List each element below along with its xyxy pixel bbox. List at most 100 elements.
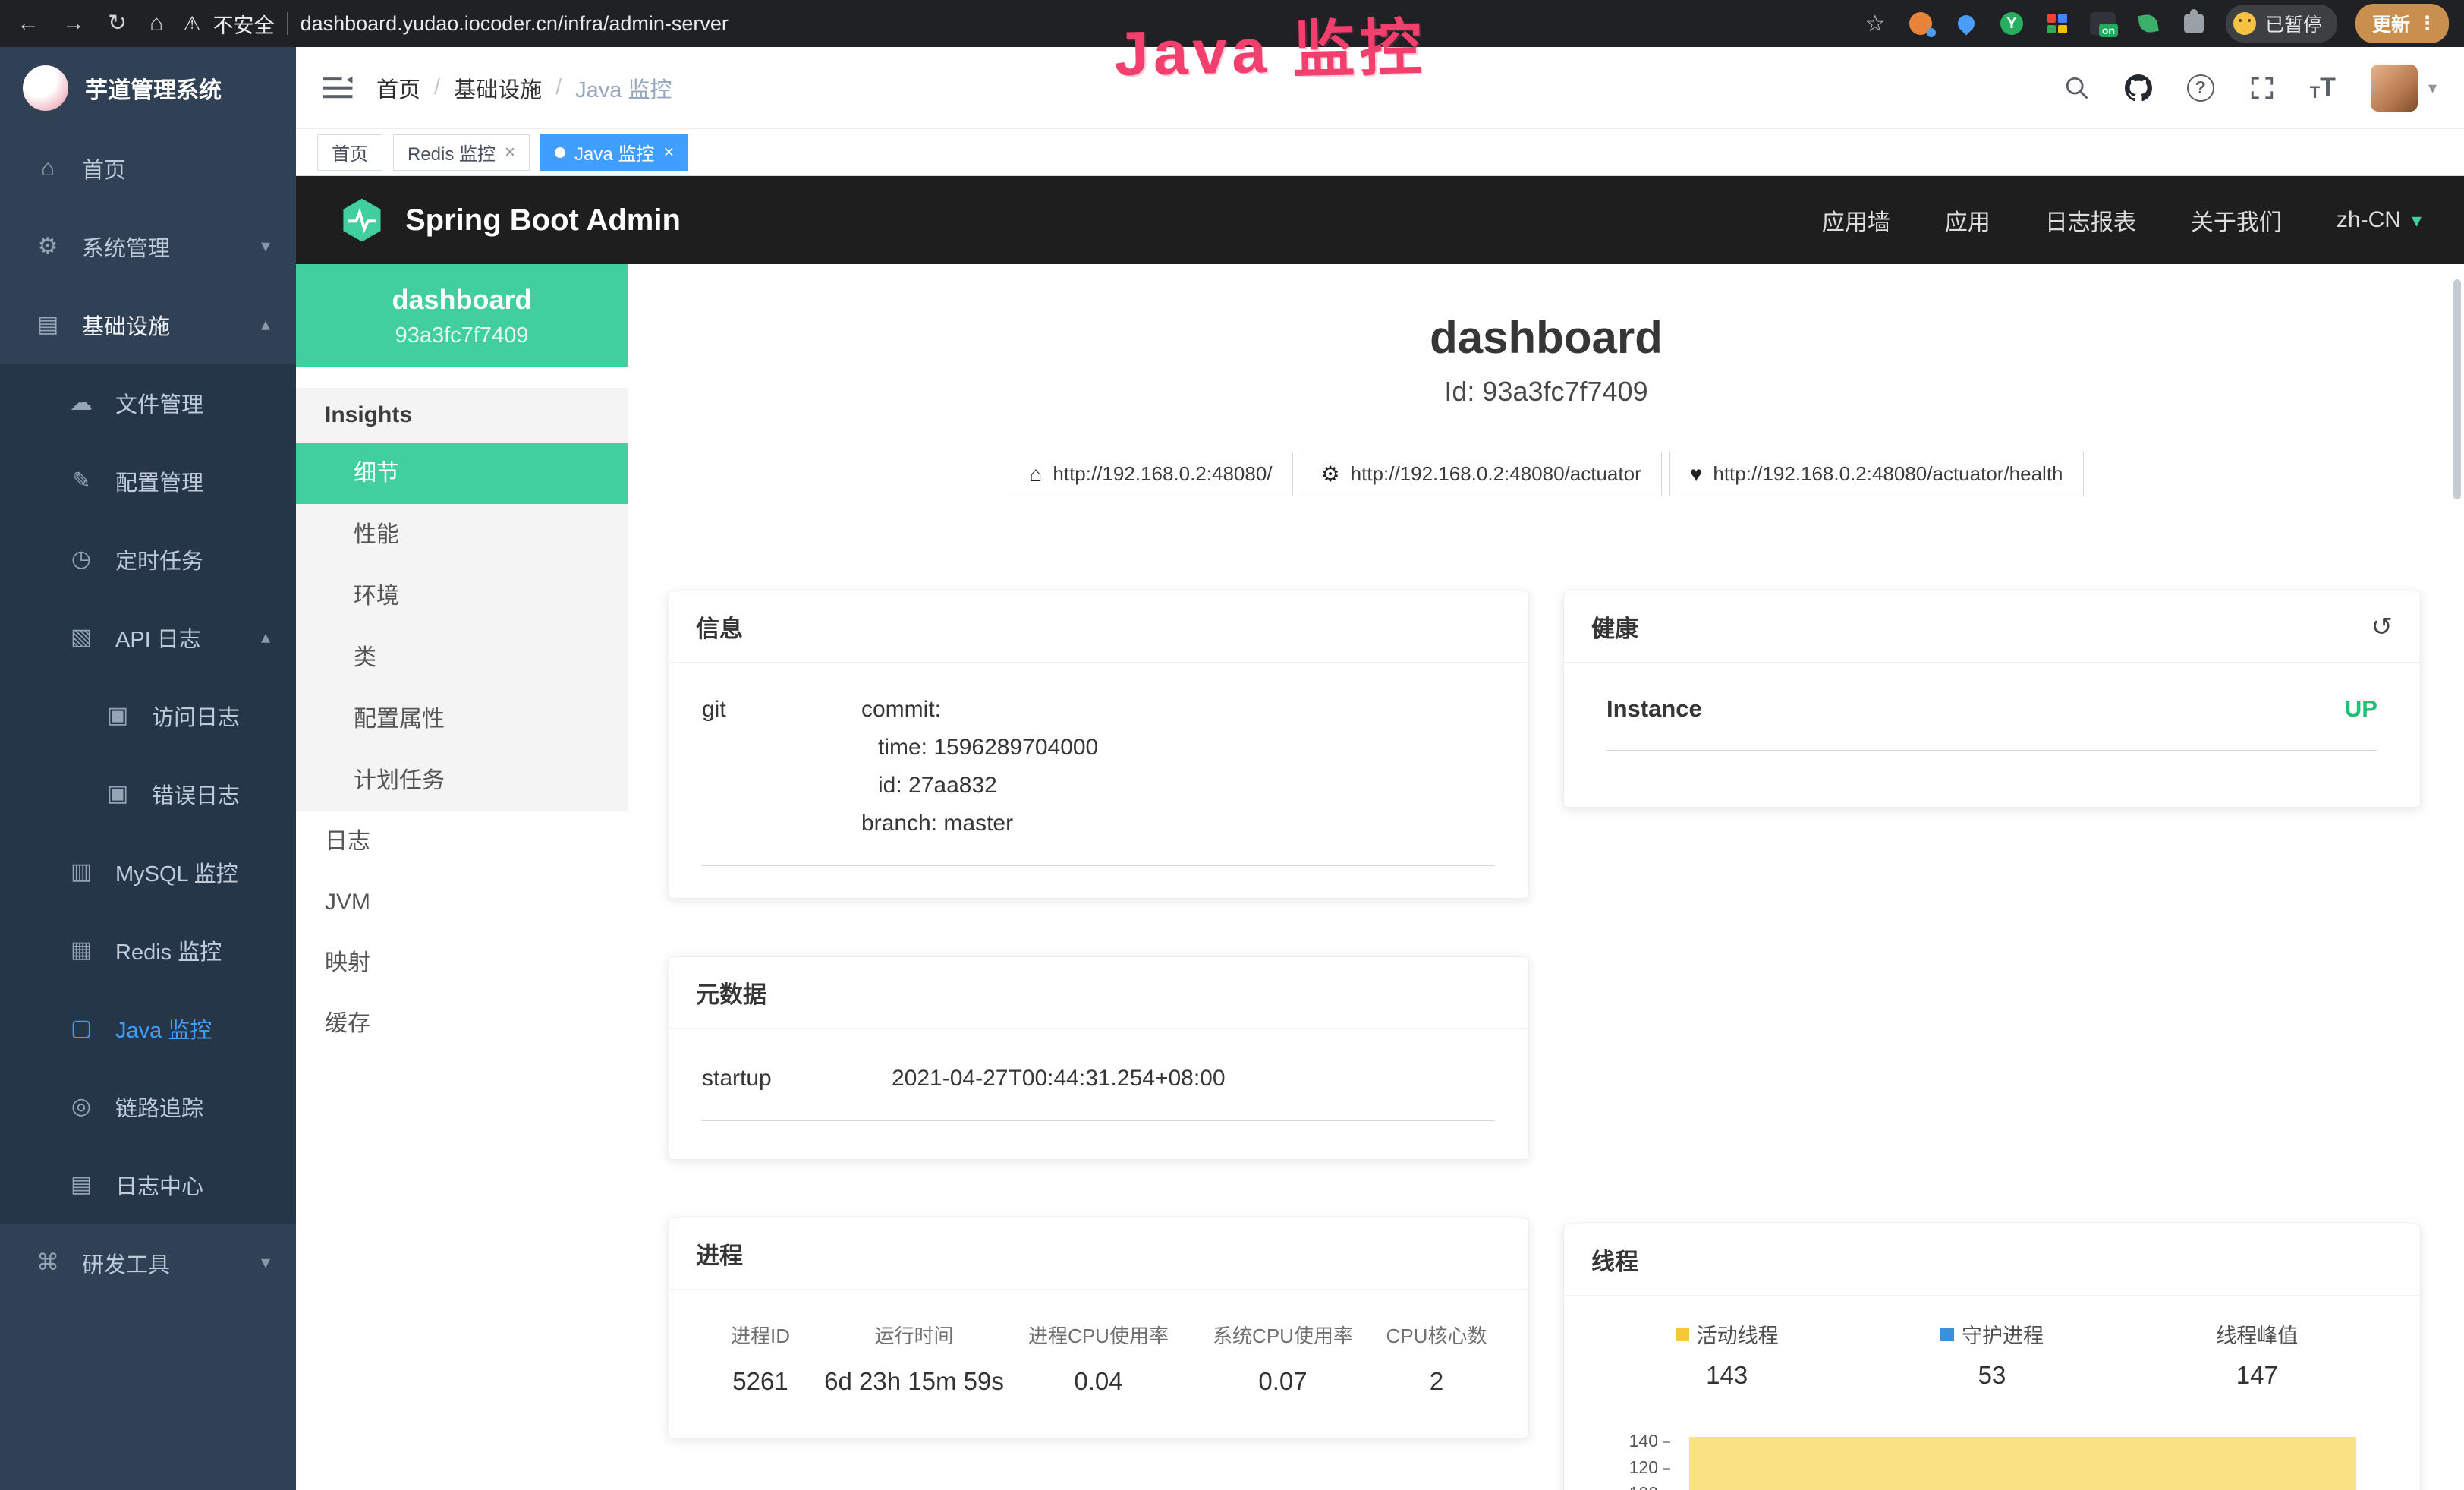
leaf-extension-icon[interactable] (2135, 10, 2162, 37)
sba-nav-journal[interactable]: 日志报表 (2045, 203, 2136, 237)
vertical-scrollbar[interactable] (2453, 279, 2461, 499)
security-label[interactable]: 不安全 (213, 9, 275, 39)
sba-instance-header[interactable]: dashboard 93a3fc7f7409 (296, 264, 628, 367)
sidebar-item-access-logs[interactable]: ▣ 访问日志 (0, 676, 296, 754)
process-col-pid: 进程ID 5261 (699, 1321, 822, 1396)
sidebar-item-log-center[interactable]: ▤ 日志中心 (0, 1145, 296, 1224)
git-commit-line: commit: (861, 691, 1495, 729)
update-label: 更新 (2372, 10, 2410, 37)
sidebar-item-home[interactable]: ⌂ 首页 (0, 129, 296, 207)
tab-home[interactable]: 首页 (317, 134, 382, 171)
card-title: 线程 (1591, 1243, 1638, 1277)
sba-navbar: Spring Boot Admin 应用墙 应用 日志报表 关于我们 zh-CN… (296, 176, 2464, 264)
sba-item-details[interactable]: 细节 (296, 443, 628, 504)
sidebar-item-scheduled-jobs[interactable]: ◷ 定时任务 (0, 520, 296, 598)
tab-java-monitor[interactable]: Java 监控 × (540, 134, 688, 171)
tab-label: Java 监控 (574, 139, 654, 165)
github-icon[interactable] (2125, 74, 2152, 102)
chevron-down-icon: ▾ (261, 235, 270, 257)
reload-icon[interactable]: ↻ (108, 0, 127, 47)
breadcrumb-home[interactable]: 首页 (376, 72, 420, 104)
sidebar-item-infrastructure[interactable]: ▤ 基础设施 ▴ (0, 285, 296, 364)
forward-icon[interactable]: → (62, 0, 85, 47)
puzzle-extension-icon[interactable] (2180, 10, 2208, 37)
sidebar-item-config-management[interactable]: ✎ 配置管理 (0, 442, 296, 520)
sidebar-item-java-monitor[interactable]: ▢ Java 监控 (0, 989, 296, 1067)
sidebar-item-api-logs[interactable]: ▧ API 日志 ▴ (0, 598, 296, 676)
smiley-avatar-icon (2233, 12, 2256, 35)
sba-nav-wallboard[interactable]: 应用墙 (1822, 203, 1890, 237)
col-value: 0.07 (1191, 1367, 1375, 1396)
breadcrumb-separator: / (434, 75, 440, 100)
search-icon[interactable] (2064, 75, 2090, 101)
doc-icon: ▣ (103, 702, 132, 729)
log-center-icon: ▤ (67, 1171, 96, 1198)
sba-item-jvm[interactable]: JVM (296, 872, 628, 933)
sidebar-item-dev-tools[interactable]: ⌘ 研发工具 ▾ (0, 1224, 296, 1302)
health-row: Instance UP (1606, 695, 2377, 751)
legend-label: 线程峰值 (2216, 1319, 2298, 1349)
legend-daemon-threads: 守护进程 53 (1859, 1319, 2124, 1390)
menu-label: Java 监控 (115, 1013, 212, 1044)
actuator-url-link[interactable]: ⚙ http://192.168.0.2:48080/actuator (1301, 452, 1662, 496)
sidebar-item-file-management[interactable]: ☁ 文件管理 (0, 364, 296, 442)
sba-item-metrics[interactable]: 性能 (296, 504, 628, 565)
kebab-menu-icon[interactable]: ⋮ (2418, 12, 2437, 35)
sidebar-item-tracing[interactable]: ◎ 链路追踪 (0, 1067, 296, 1145)
y-axis-tick: 120 (1594, 1457, 1670, 1478)
help-icon[interactable]: ? (2187, 74, 2214, 102)
y-extension-icon[interactable]: Y (1998, 10, 2025, 37)
sba-item-logs[interactable]: 日志 (296, 811, 628, 872)
fullscreen-icon[interactable] (2249, 75, 2275, 101)
grid-extension-icon[interactable] (2044, 10, 2071, 37)
java-monitor-icon: ▢ (67, 1015, 96, 1041)
drop-extension-icon[interactable] (1953, 10, 1980, 37)
menu-label: 定时任务 (115, 543, 203, 575)
on-extension-icon[interactable]: on (2089, 10, 2116, 37)
font-size-icon[interactable]: TT (2310, 73, 2336, 102)
user-avatar-menu[interactable]: ▾ (2371, 65, 2437, 112)
health-url-link[interactable]: ♥ http://192.168.0.2:48080/actuator/heal… (1669, 452, 2084, 496)
edit-icon: ✎ (67, 468, 96, 494)
card-title: 进程 (696, 1236, 743, 1271)
collapse-sidebar-icon[interactable] (323, 75, 354, 101)
app-logo[interactable]: 芋道管理系统 (0, 47, 296, 129)
chevron-down-icon: ▾ (261, 1252, 270, 1274)
close-icon[interactable]: × (663, 142, 674, 163)
sba-item-scheduled-tasks[interactable]: 计划任务 (296, 750, 628, 811)
menu-label: 日志中心 (115, 1169, 203, 1201)
history-icon[interactable]: ↺ (2371, 612, 2393, 642)
profile-paused-pill[interactable]: 已暂停 (2226, 5, 2337, 43)
browser-home-icon[interactable]: ⌂ (149, 0, 163, 47)
sba-brand[interactable]: Spring Boot Admin (338, 197, 681, 244)
bookmark-star-icon[interactable]: ☆ (1861, 10, 1889, 37)
back-icon[interactable]: ← (17, 0, 39, 47)
chrome-update-button[interactable]: 更新 ⋮ (2355, 4, 2449, 43)
address-bar[interactable]: ⚠ 不安全 dashboard.yudao.iocoder.cn/infra/a… (183, 9, 729, 39)
sba-nav-about[interactable]: 关于我们 (2191, 203, 2282, 237)
sidebar-item-redis-monitor[interactable]: ▦ Redis 监控 (0, 911, 296, 989)
breadcrumb-infrastructure[interactable]: 基础设施 (454, 72, 542, 104)
breadcrumb-current: Java 监控 (575, 72, 672, 104)
threads-legend: 活动线程 143 守护进程 53 (1594, 1319, 2390, 1390)
sba-item-caches[interactable]: 缓存 (296, 994, 628, 1054)
sba-nav: 应用墙 应用 日志报表 关于我们 zh-CN ▾ (1822, 203, 2422, 237)
sba-nav-applications[interactable]: 应用 (1945, 203, 1990, 237)
translate-extension-icon[interactable] (1907, 10, 1934, 37)
sidebar-item-error-logs[interactable]: ▣ 错误日志 (0, 754, 296, 833)
sba-item-mappings[interactable]: 映射 (296, 933, 628, 994)
sba-locale-select[interactable]: zh-CN ▾ (2337, 207, 2422, 233)
col-header: CPU核心数 (1375, 1321, 1498, 1349)
paused-label: 已暂停 (2265, 10, 2322, 37)
tab-label: Redis 监控 (408, 139, 496, 165)
info-key: git (702, 691, 861, 729)
sba-item-classes[interactable]: 类 (296, 627, 628, 688)
menu-label: MySQL 监控 (115, 856, 238, 888)
service-url-link[interactable]: ⌂ http://192.168.0.2:48080/ (1009, 452, 1292, 496)
sba-item-configprops[interactable]: 配置属性 (296, 688, 628, 750)
sba-item-environment[interactable]: 环境 (296, 565, 628, 627)
tab-redis-monitor[interactable]: Redis 监控 × (393, 134, 530, 171)
close-icon[interactable]: × (505, 142, 515, 163)
sidebar-item-system-management[interactable]: ⚙ 系统管理 ▾ (0, 207, 296, 285)
sidebar-item-mysql-monitor[interactable]: ▥ MySQL 监控 (0, 833, 296, 911)
